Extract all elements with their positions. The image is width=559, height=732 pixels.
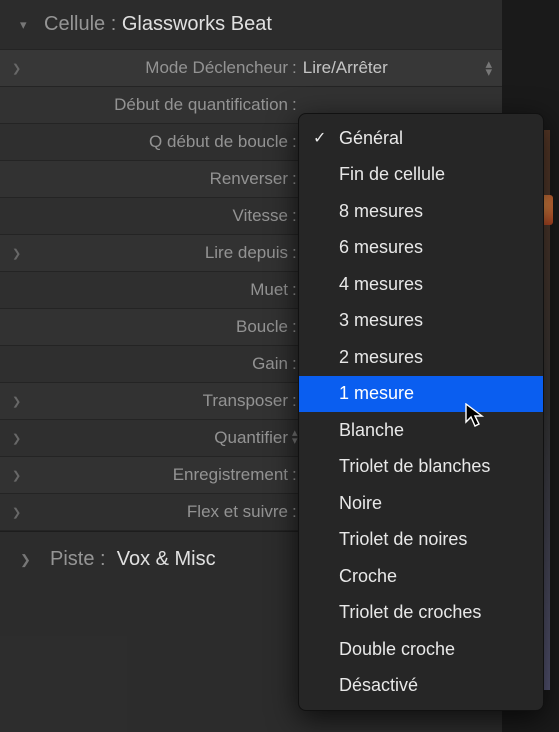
dropdown-item[interactable]: Blanche [299,412,543,449]
dropdown-item-label: Triolet de croches [339,602,481,623]
dropdown-item[interactable]: ✓ Général [299,120,543,157]
chevron-right-icon[interactable]: ❯ [0,62,30,75]
dropdown-item[interactable]: 6 mesures [299,230,543,267]
param-label: Renverser [30,169,288,189]
chevron-right-icon[interactable]: ❯ [0,432,30,445]
dropdown-item-label: 4 mesures [339,274,423,295]
dropdown-item[interactable]: Triolet de blanches [299,449,543,486]
param-row[interactable]: ❯Mode Déclencheur :Lire/Arrêter ▴▾ [0,50,502,87]
dropdown-item[interactable]: Noire [299,485,543,522]
dropdown-item-label: 3 mesures [339,310,423,331]
param-label: Transposer [30,391,288,411]
param-label: Q début de boucle [30,132,288,152]
select-arrows-icon[interactable]: ▴▾ [485,60,492,76]
cell-header[interactable]: ▾ Cellule : Glassworks Beat [0,0,502,50]
dropdown-item-label: Blanche [339,420,404,441]
cell-title-value: Glassworks Beat [122,13,272,36]
dropdown-item[interactable]: 4 mesures [299,266,543,303]
dropdown-item[interactable]: 3 mesures [299,303,543,340]
dropdown-item-label: Triolet de blanches [339,456,490,477]
param-label: Quantifier [30,428,288,448]
dropdown-item-label: Fin de cellule [339,164,445,185]
dropdown-item[interactable]: Double croche [299,631,543,668]
dropdown-item-label: Triolet de noires [339,529,467,550]
dropdown-item-label: Désactivé [339,675,418,696]
chevron-right-icon[interactable]: ❯ [20,552,50,568]
check-icon: ✓ [313,128,326,148]
param-label: Vitesse [30,206,288,226]
dropdown-item-label: Double croche [339,639,455,660]
chevron-down-icon[interactable]: ▾ [20,17,44,33]
dropdown-item[interactable]: 8 mesures [299,193,543,230]
dropdown-item-label: 8 mesures [339,201,423,222]
cell-title-prefix: Cellule : [44,13,116,36]
chevron-right-icon[interactable]: ❯ [0,247,30,260]
dropdown-item-label: Général [339,128,403,149]
param-label: Lire depuis [30,243,288,263]
chevron-right-icon[interactable]: ❯ [0,506,30,519]
dropdown-item[interactable]: Croche [299,558,543,595]
dropdown-item[interactable]: Triolet de croches [299,595,543,632]
dropdown-item-label: 1 mesure [339,383,414,404]
param-label: Mode Déclencheur [30,58,288,78]
stepper-arrows-icon[interactable]: ▴▾ [288,430,298,445]
track-title-prefix: Piste : [50,548,106,571]
dropdown-item-label: Noire [339,493,382,514]
dropdown-item-label: 6 mesures [339,237,423,258]
colon: : [288,95,303,115]
dropdown-item[interactable]: 1 mesure [299,376,543,413]
param-label: Gain [30,354,288,374]
dropdown-item[interactable]: Fin de cellule [299,157,543,194]
param-label: Boucle [30,317,288,337]
dropdown-item[interactable]: Désactivé [299,668,543,705]
param-label: Début de quantification [30,95,288,115]
dropdown-item[interactable]: 2 mesures [299,339,543,376]
colon: : [288,58,303,78]
dropdown-item[interactable]: Triolet de noires [299,522,543,559]
track-title-value: Vox & Misc [117,548,216,571]
dropdown-item-label: 2 mesures [339,347,423,368]
quantize-start-dropdown[interactable]: ✓ Général Fin de cellule 8 mesures 6 mesures… [298,113,544,711]
param-label: Enregistrement [30,465,288,485]
chevron-right-icon[interactable]: ❯ [0,469,30,482]
param-value[interactable]: Lire/Arrêter [303,58,388,78]
dropdown-item-label: Croche [339,566,397,587]
param-label: Muet [30,280,288,300]
chevron-right-icon[interactable]: ❯ [0,395,30,408]
param-label: Flex et suivre [30,502,288,522]
